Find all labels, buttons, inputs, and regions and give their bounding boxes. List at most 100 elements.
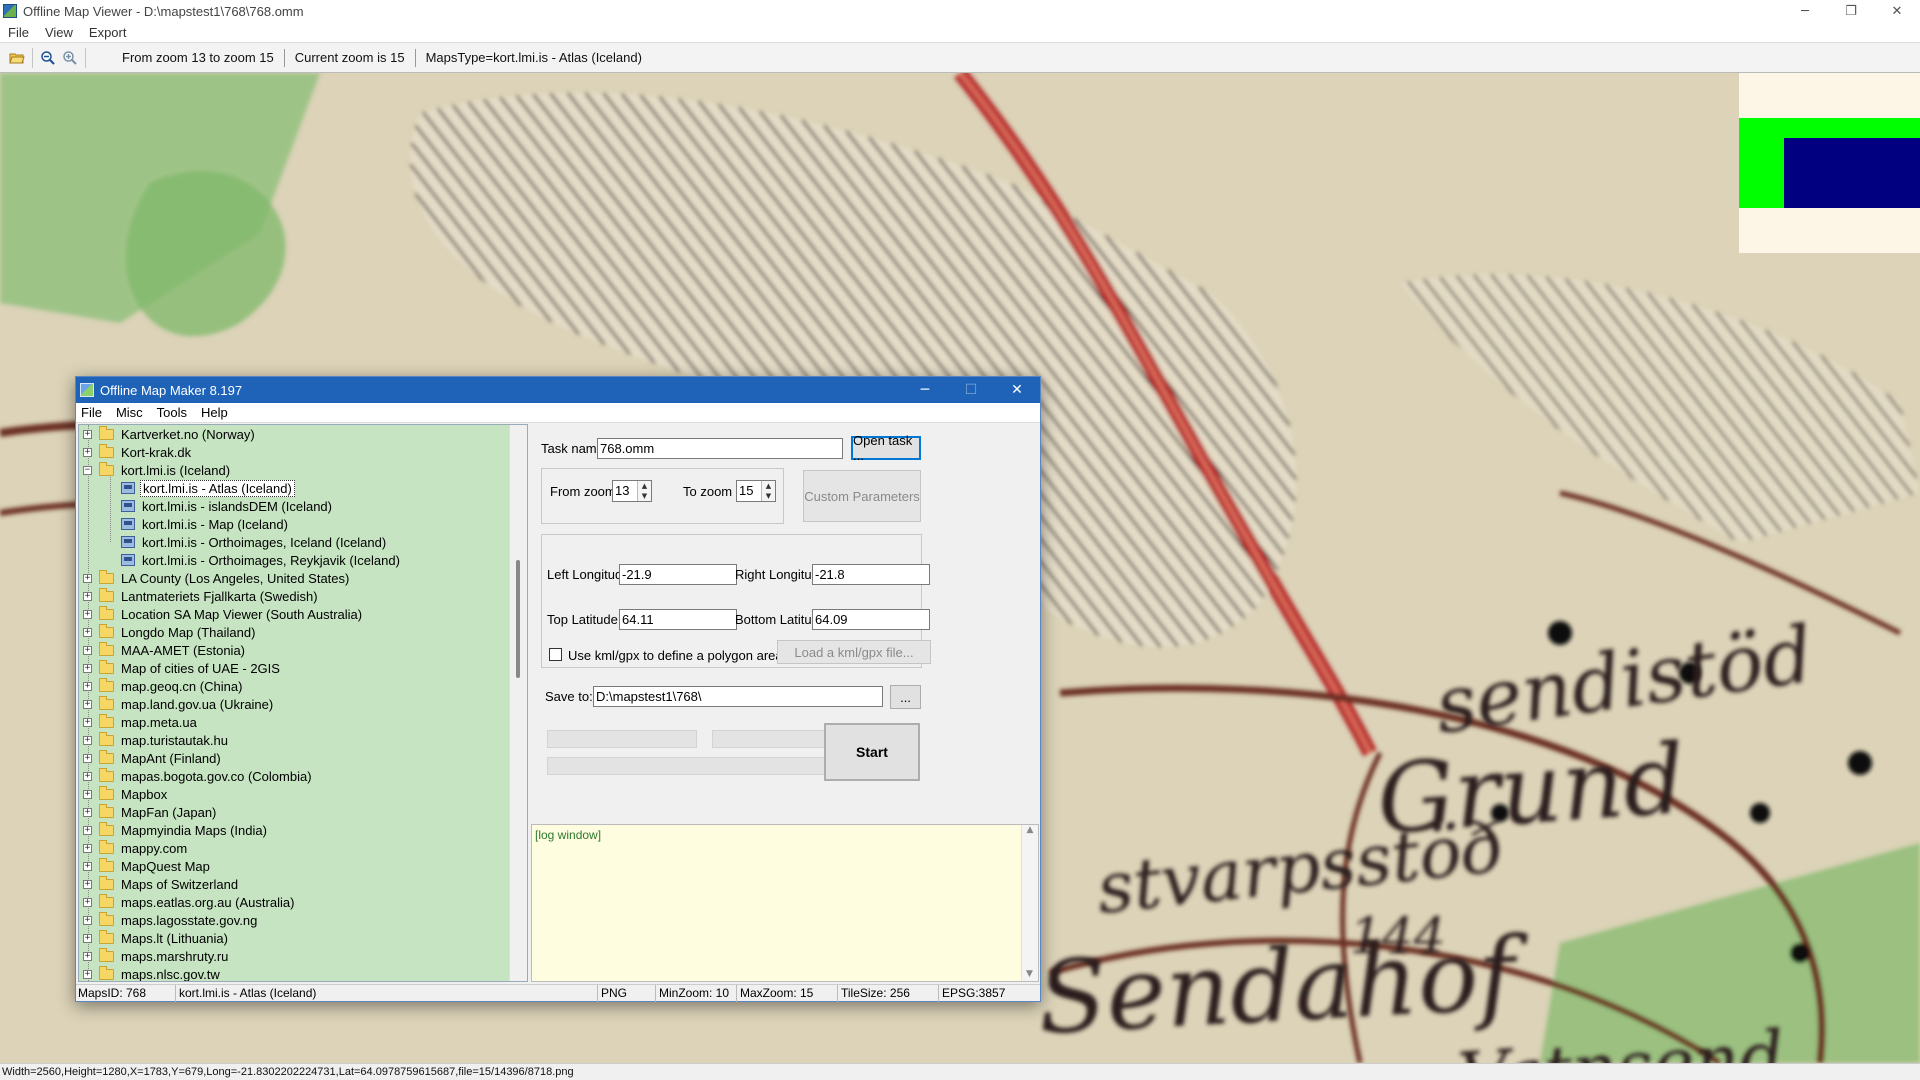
top-latitude-input[interactable]: 64.11 <box>619 609 737 630</box>
tree-item-label[interactable]: Lantmateriets Fjallkarta (Swedish) <box>119 589 320 604</box>
tree-item-label[interactable]: Maps.lt (Lithuania) <box>119 931 230 946</box>
tree-expander-icon[interactable]: + <box>83 735 92 745</box>
browse-button[interactable]: ... <box>890 685 921 709</box>
tree-item[interactable]: + map.land.gov.ua (Ukraine) <box>83 695 275 713</box>
tree-item-label[interactable]: Kartverket.no (Norway) <box>119 427 257 442</box>
tree-item-label[interactable]: map.meta.ua <box>119 715 199 730</box>
tree-item[interactable]: + Mapbox <box>83 785 169 803</box>
tree-item[interactable]: + MapAnt (Finland) <box>83 749 223 767</box>
tree-item-label[interactable]: maps.lagosstate.gov.ng <box>119 913 259 928</box>
tree-item[interactable]: kort.lmi.is - islandsDEM (Iceland) <box>103 497 334 515</box>
tree-expander-icon[interactable]: + <box>83 699 92 709</box>
minimize-button[interactable]: ─ <box>1782 0 1828 22</box>
zoom-in-button[interactable] <box>59 47 81 69</box>
tree-expander-icon[interactable]: + <box>83 645 92 655</box>
tree-item[interactable]: kort.lmi.is - Map (Iceland) <box>103 515 290 533</box>
start-button[interactable]: Start <box>824 723 920 781</box>
close-button[interactable]: ✕ <box>1874 0 1920 22</box>
tree-expander-icon[interactable]: + <box>83 933 92 943</box>
use-kml-label[interactable]: Use kml/gpx to define a polygon area <box>568 648 783 663</box>
from-zoom-spinner[interactable]: 13 ▲ ▼ <box>612 480 652 502</box>
tree-item-label[interactable]: kort.lmi.is - Atlas (Iceland) <box>140 479 295 497</box>
tree-expander-icon[interactable]: + <box>83 429 92 439</box>
tree-item-label[interactable]: MapQuest Map <box>119 859 212 874</box>
tree-item-label[interactable]: Map of cities of UAE - 2GIS <box>119 661 282 676</box>
tree-item[interactable]: + MapQuest Map <box>83 857 212 875</box>
tree-item-label[interactable]: map.land.gov.ua (Ukraine) <box>119 697 275 712</box>
tree-item-label[interactable]: kort.lmi.is (Iceland) <box>119 463 232 478</box>
tree-item-label[interactable]: maps.eatlas.org.au (Australia) <box>119 895 296 910</box>
tree-item[interactable]: kort.lmi.is - Orthoimages, Reykjavik (Ic… <box>103 551 402 569</box>
tree-expander-icon[interactable]: + <box>83 951 92 961</box>
tree-expander-icon[interactable]: + <box>83 789 92 799</box>
tree-item[interactable]: + Lantmateriets Fjallkarta (Swedish) <box>83 587 320 605</box>
tree-expander-icon[interactable]: + <box>83 825 92 835</box>
tree-expander-icon[interactable]: + <box>83 591 92 601</box>
tree-item-label[interactable]: kort.lmi.is - Orthoimages, Reykjavik (Ic… <box>140 553 402 568</box>
tree-item-label[interactable]: MAA-AMET (Estonia) <box>119 643 247 658</box>
tree-item[interactable]: + Location SA Map Viewer (South Australia… <box>83 605 364 623</box>
menu-file[interactable]: File <box>81 405 102 420</box>
overview-minimap[interactable] <box>1739 73 1920 253</box>
tree-item[interactable]: + LA County (Los Angeles, United States) <box>83 569 351 587</box>
tree-item-label[interactable]: kort.lmi.is - Map (Iceland) <box>140 517 290 532</box>
tree-item[interactable]: + Kort-krak.dk <box>83 443 193 461</box>
tree-item[interactable]: kort.lmi.is - Orthoimages, Iceland (Icel… <box>103 533 388 551</box>
to-zoom-spinner[interactable]: 15 ▲ ▼ <box>736 480 776 502</box>
maker-titlebar[interactable]: Offline Map Maker 8.197 ─ ☐ ✕ <box>76 377 1040 403</box>
tree-expander-icon[interactable]: + <box>83 663 92 673</box>
tree-item[interactable]: + Map of cities of UAE - 2GIS <box>83 659 282 677</box>
open-folder-button[interactable] <box>6 47 28 69</box>
tree-expander-icon[interactable]: + <box>83 447 92 457</box>
tree-item-label[interactable]: maps.marshruty.ru <box>119 949 230 964</box>
tree-item[interactable]: + Maps of Switzerland <box>83 875 240 893</box>
tree-item-label[interactable]: mapas.bogota.gov.co (Colombia) <box>119 769 314 784</box>
scroll-down-icon[interactable]: ▼ <box>1026 969 1033 979</box>
close-button[interactable]: ✕ <box>994 377 1040 403</box>
maps-tree[interactable]: + Kartverket.no (Norway) + Kort-krak.dk − kor… <box>78 424 528 982</box>
tree-item[interactable]: + Maps.lt (Lithuania) <box>83 929 230 947</box>
tree-item[interactable]: + Longdo Map (Thailand) <box>83 623 257 641</box>
tree-item-label[interactable]: Mapbox <box>119 787 169 802</box>
tree-expander-icon[interactable]: + <box>83 753 92 763</box>
tree-item[interactable]: − kort.lmi.is (Iceland) <box>83 461 232 479</box>
tree-item-label[interactable]: maps.nlsc.gov.tw <box>119 967 222 982</box>
scrollbar-thumb[interactable] <box>516 560 520 678</box>
tree-item[interactable]: + MapFan (Japan) <box>83 803 218 821</box>
menu-misc[interactable]: Misc <box>116 405 143 420</box>
tree-expander-icon[interactable]: + <box>83 771 92 781</box>
tree-item-label[interactable]: Maps of Switzerland <box>119 877 240 892</box>
tree-expander-icon[interactable]: + <box>83 915 92 925</box>
tree-item-label[interactable]: Location SA Map Viewer (South Australia) <box>119 607 364 622</box>
menu-file[interactable]: File <box>8 25 29 40</box>
tree-expander-icon[interactable]: + <box>83 609 92 619</box>
spinner-arrows[interactable]: ▲ ▼ <box>761 481 775 501</box>
tree-item[interactable]: + mappy.com <box>83 839 189 857</box>
tree-item-label[interactable]: LA County (Los Angeles, United States) <box>119 571 351 586</box>
menu-help[interactable]: Help <box>201 405 228 420</box>
menu-export[interactable]: Export <box>89 25 127 40</box>
restore-button[interactable]: ❐ <box>1828 0 1874 22</box>
tree-item[interactable]: kort.lmi.is - Atlas (Iceland) <box>103 479 295 497</box>
tree-expander-icon[interactable]: + <box>83 843 92 853</box>
tree-expander-icon[interactable]: + <box>83 681 92 691</box>
tree-item-label[interactable]: Mapmyindia Maps (India) <box>119 823 269 838</box>
tree-expander-icon[interactable]: + <box>83 627 92 637</box>
use-kml-checkbox[interactable] <box>549 648 562 661</box>
tree-item[interactable]: + mapas.bogota.gov.co (Colombia) <box>83 767 314 785</box>
open-task-button[interactable]: Open task ... <box>851 433 921 463</box>
tree-item-label[interactable]: MapFan (Japan) <box>119 805 218 820</box>
tree-item-label[interactable]: Kort-krak.dk <box>119 445 193 460</box>
menu-view[interactable]: View <box>45 25 73 40</box>
tree-scrollbar[interactable] <box>509 425 527 981</box>
tree-item[interactable]: + map.geoq.cn (China) <box>83 677 244 695</box>
tree-item-label[interactable]: map.geoq.cn (China) <box>119 679 244 694</box>
tree-item[interactable]: + MAA-AMET (Estonia) <box>83 641 247 659</box>
zoom-out-button[interactable] <box>37 47 59 69</box>
tree-item-label[interactable]: kort.lmi.is - Orthoimages, Iceland (Icel… <box>140 535 388 550</box>
menu-tools[interactable]: Tools <box>157 405 187 420</box>
tree-item[interactable]: + map.turistautak.hu <box>83 731 230 749</box>
tree-item-label[interactable]: map.turistautak.hu <box>119 733 230 748</box>
tree-item[interactable]: + maps.marshruty.ru <box>83 947 230 965</box>
log-window[interactable]: [log window] ▲ ▼ <box>531 824 1039 982</box>
